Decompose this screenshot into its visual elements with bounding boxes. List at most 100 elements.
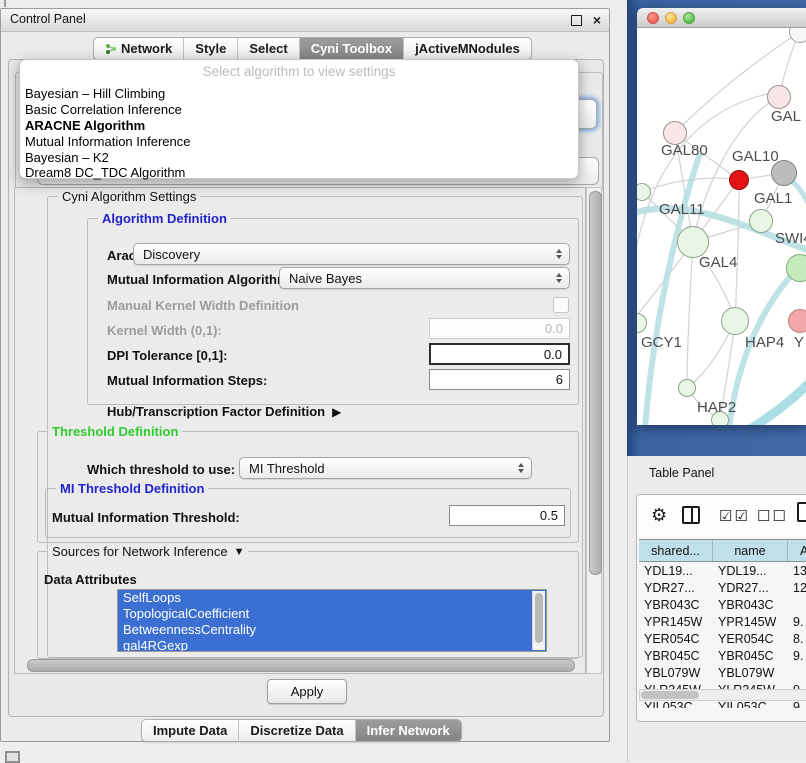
- table-rows-viewport: YDL19... YDL19... 13 YDR27... YDR27... 1…: [639, 562, 806, 708]
- export-file-icon[interactable]: [797, 502, 806, 522]
- table-row[interactable]: YPR145W YPR145W 9.: [639, 613, 806, 630]
- popup-item[interactable]: Bayesian – K2: [25, 150, 109, 166]
- column-header[interactable]: name: [713, 540, 788, 561]
- popup-item[interactable]: Mutual Information Inference: [25, 134, 190, 150]
- table-horizontal-scrollbar[interactable]: [639, 689, 806, 701]
- tab-jactivemnodules[interactable]: jActiveMNodules: [403, 38, 531, 59]
- network-node-swi4[interactable]: [786, 254, 806, 282]
- table-row[interactable]: YER054C YER054C 8.: [639, 630, 806, 647]
- column-header[interactable]: shared...: [639, 540, 713, 561]
- mi-threshold-field[interactable]: 0.5: [449, 505, 565, 526]
- popup-item-selected[interactable]: ARACNE Algorithm: [25, 118, 145, 134]
- data-attributes-list: SelfLoops TopologicalCoefficient Between…: [117, 589, 547, 652]
- manual-kernel-width-checkbox[interactable]: [553, 297, 569, 313]
- attribute-item[interactable]: SelfLoops: [118, 590, 546, 606]
- stepper-icon: [556, 249, 562, 259]
- screen: { "colors": { "accent_blue_label": "#232…: [0, 0, 806, 762]
- apply-button[interactable]: Apply: [267, 679, 347, 704]
- control-panel: Control Panel × Network Style Select Cyn…: [0, 8, 610, 742]
- which-threshold-combo[interactable]: MI Threshold: [239, 457, 532, 479]
- node-label: GAL80: [661, 142, 708, 159]
- mi-threshold-label: Mutual Information Threshold:: [52, 510, 240, 525]
- tab-discretize-data[interactable]: Discretize Data: [238, 720, 354, 741]
- tab-impute-data[interactable]: Impute Data: [142, 720, 238, 741]
- dpi-tolerance-field[interactable]: 0.0: [429, 343, 570, 365]
- settings-vertical-scrollbar-thumb[interactable]: [589, 191, 602, 575]
- network-canvas[interactable]: GAL GAL80 GAL10 GAL1 GAL11 GAL4 SWI4 GCY…: [637, 28, 806, 425]
- control-panel-titlebar[interactable]: Control Panel ×: [1, 9, 609, 32]
- node-label: SWI4: [775, 230, 806, 247]
- node-label: GAL10: [732, 148, 779, 165]
- mi-steps-label: Mutual Information Steps:: [107, 373, 267, 388]
- attribute-item[interactable]: BetweennessCentrality: [118, 622, 546, 638]
- palette-grip[interactable]: [5, 751, 20, 763]
- network-node-pink[interactable]: [788, 309, 806, 333]
- attribute-item[interactable]: gal4RGexp: [118, 638, 546, 652]
- sources-group-title[interactable]: Sources for Network Inference ▼: [48, 544, 248, 559]
- close-icon[interactable]: ×: [593, 11, 601, 29]
- gear-icon[interactable]: ⚙: [651, 505, 669, 526]
- table-panel: Table Panel ⚙ ☑☑ ☐☐ shared... name A YDL…: [627, 456, 806, 762]
- network-window[interactable]: GAL GAL80 GAL10 GAL1 GAL11 GAL4 SWI4 GCY…: [637, 8, 806, 425]
- node-label: Y: [794, 334, 804, 351]
- columns-icon[interactable]: [682, 506, 700, 524]
- attribute-item[interactable]: TopologicalCoefficient: [118, 606, 546, 622]
- stepper-icon: [518, 463, 524, 473]
- table-panel-body: ⚙ ☑☑ ☐☐ shared... name A YDL19... YDL19.…: [636, 494, 806, 722]
- node-label: GAL1: [754, 190, 792, 207]
- close-window-icon[interactable]: [647, 12, 659, 24]
- mi-steps-field[interactable]: 6: [429, 369, 570, 390]
- tab-infer-network[interactable]: Infer Network: [355, 720, 461, 741]
- network-window-titlebar[interactable]: [637, 8, 806, 28]
- popup-item[interactable]: Basic Correlation Inference: [25, 102, 182, 118]
- cyni-settings-group-title: Cyni Algorithm Settings: [58, 189, 200, 204]
- node-label: GAL11: [659, 201, 705, 218]
- network-node-gal1[interactable]: [749, 209, 773, 233]
- aracne-mode-combo[interactable]: Discovery: [133, 243, 570, 265]
- node-label: HAP2: [697, 399, 736, 416]
- which-threshold-label: Which threshold to use:: [87, 462, 235, 477]
- threshold-definition-title: Threshold Definition: [48, 424, 182, 439]
- table-panel-title: Table Panel: [649, 466, 714, 480]
- popup-item[interactable]: Dream8 DC_TDC Algorithm: [25, 165, 185, 181]
- cyni-toolbox-content: gal-filtered sif default node Select alg…: [8, 59, 604, 717]
- zoom-window-icon[interactable]: [683, 12, 695, 24]
- table-row[interactable]: YBR043C YBR043C: [639, 596, 806, 613]
- kernel-width-field[interactable]: 0.0: [429, 318, 570, 339]
- select-all-checkboxes-icon[interactable]: ☑☑: [719, 507, 750, 525]
- control-panel-tabs: Network Style Select Cyni Toolbox jActiv…: [93, 37, 532, 60]
- table-row[interactable]: YDR27... YDR27... 12: [639, 579, 806, 596]
- node-label: GCY1: [641, 334, 682, 351]
- table-row[interactable]: YBR045C YBR045C 9.: [639, 647, 806, 664]
- hub-definition-toggle[interactable]: Hub/Transcription Factor Definition ▶: [107, 404, 341, 419]
- column-header[interactable]: A: [788, 540, 806, 561]
- table-row[interactable]: YDL19... YDL19... 13: [639, 562, 806, 579]
- popup-item[interactable]: Bayesian – Hill Climbing: [25, 86, 165, 102]
- settings-vertical-scrollbar[interactable]: [586, 187, 602, 674]
- attribute-list-scrollbar[interactable]: [532, 591, 545, 650]
- mi-algorithm-type-combo[interactable]: Naive Bayes: [279, 267, 570, 289]
- network-node-hap4[interactable]: [721, 307, 749, 335]
- network-node[interactable]: [767, 85, 791, 109]
- network-node-red[interactable]: [729, 170, 749, 190]
- table-row[interactable]: YBL079W YBL079W: [639, 664, 806, 681]
- collapse-arrow-icon: ▼: [234, 546, 245, 558]
- minimize-window-icon[interactable]: [665, 12, 677, 24]
- tab-style[interactable]: Style: [183, 38, 237, 59]
- algorithm-definition-title: Algorithm Definition: [98, 211, 231, 226]
- table-header-row: shared... name A: [639, 539, 806, 562]
- mi-threshold-group-title: MI Threshold Definition: [56, 481, 208, 496]
- tab-cyni-toolbox[interactable]: Cyni Toolbox: [299, 38, 403, 59]
- tab-select[interactable]: Select: [237, 38, 298, 59]
- tab-network[interactable]: Network: [94, 38, 183, 59]
- deselect-all-checkboxes-icon[interactable]: ☐☐: [757, 507, 788, 525]
- float-icon[interactable]: [571, 15, 582, 26]
- node-table: shared... name A YDL19... YDL19... 13 YD…: [639, 539, 806, 708]
- cyni-settings-scrollpane: Cyni Algorithm Settings Algorithm Defini…: [14, 187, 586, 674]
- settings-horizontal-scrollbar[interactable]: [27, 659, 575, 672]
- network-node-hap2[interactable]: [678, 379, 696, 397]
- stepper-icon: [556, 273, 562, 283]
- hub-definition-label: Hub/Transcription Factor Definition: [107, 404, 325, 419]
- table-horizontal-scrollbar-thumb[interactable]: [641, 691, 699, 699]
- dpi-tolerance-label: DPI Tolerance [0,1]:: [107, 348, 227, 363]
